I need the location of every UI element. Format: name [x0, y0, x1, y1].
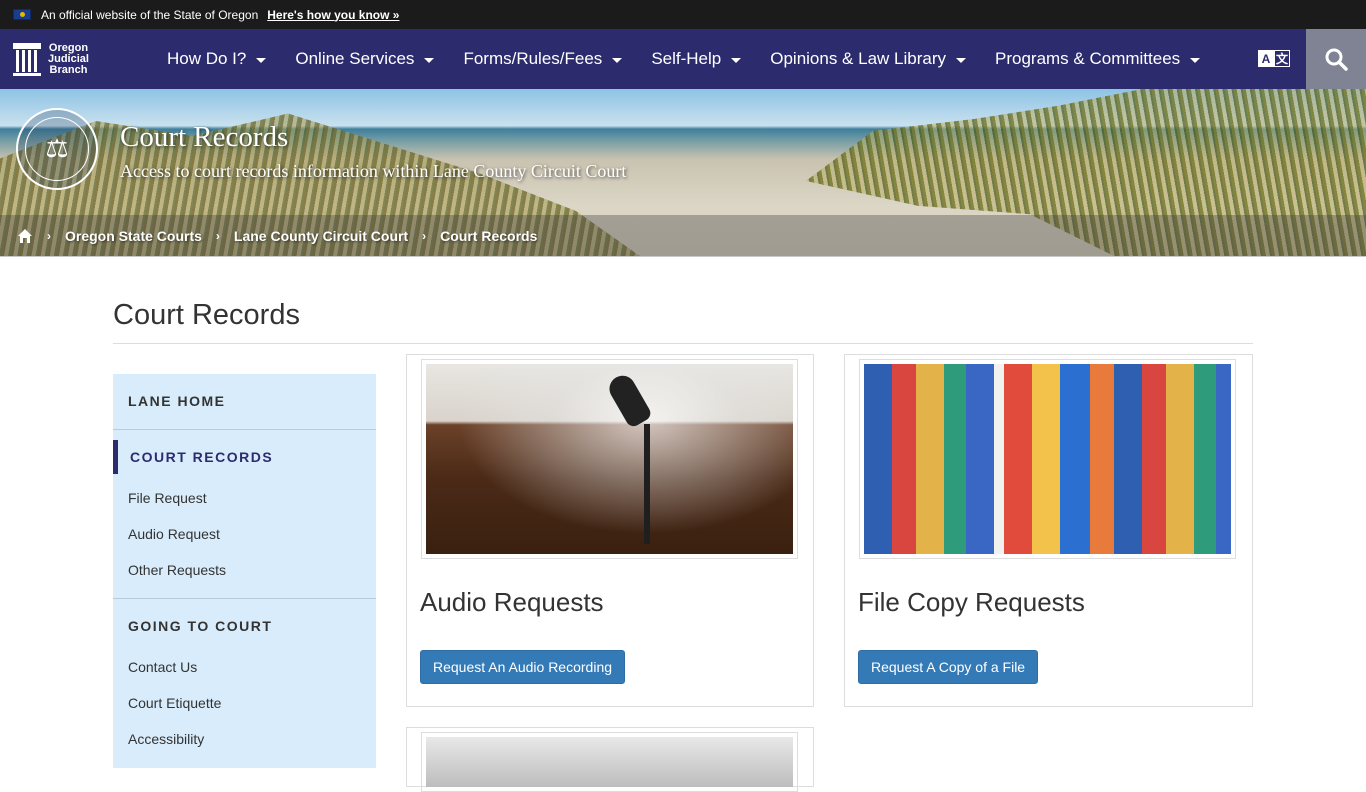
nav-item-opinions-law-library[interactable]: Opinions & Law Library — [770, 49, 966, 69]
nav-item-self-help[interactable]: Self-Help — [651, 49, 742, 69]
sidebar-item-file-request[interactable]: File Request — [128, 490, 207, 506]
sidebar-divider — [113, 429, 376, 430]
other-thumbnail — [421, 732, 798, 792]
sidebar-item-other-requests[interactable]: Other Requests — [128, 562, 226, 578]
nav-item-how-do-i[interactable]: How Do I? — [167, 49, 267, 69]
translate-icon-a: A — [1258, 50, 1274, 67]
search-icon — [1325, 48, 1348, 71]
audio-requests-title: Audio Requests — [420, 587, 604, 617]
hero-title: Court Records — [120, 121, 289, 153]
caret-down-icon — [612, 57, 623, 63]
chevron-right-icon: › — [47, 228, 51, 243]
how-you-know-link[interactable]: Here's how you know » — [267, 8, 399, 22]
hero-divider — [0, 256, 1366, 257]
request-audio-recording-button[interactable]: Request An Audio Recording — [420, 650, 626, 684]
hero-subtitle: Access to court records information with… — [120, 161, 627, 181]
translate-button[interactable]: A 文 — [1258, 50, 1290, 67]
judicial-department-seal: ⚖ — [16, 108, 98, 190]
nav-menu: How Do I? Online Services Forms/Rules/Fe… — [167, 49, 1229, 69]
audio-requests-card: Audio Requests Request An Audio Recordin… — [406, 354, 814, 707]
search-button[interactable] — [1306, 29, 1366, 89]
breadcrumb-lane-county[interactable]: Lane County Circuit Court — [234, 228, 408, 244]
file-copy-requests-card: File Copy Requests Request A Copy of a F… — [844, 354, 1253, 707]
microphone-image — [426, 364, 793, 554]
audio-thumbnail — [421, 359, 798, 559]
caret-down-icon — [1190, 57, 1201, 63]
ojd-logo[interactable]: Oregon Judicial Branch — [0, 41, 167, 76]
breadcrumb: › Oregon State Courts › Lane County Circ… — [0, 215, 1366, 256]
sidebar-lane-home[interactable]: LANE HOME — [128, 393, 226, 409]
chevron-right-icon: › — [422, 228, 427, 243]
sidebar-active-indicator — [113, 440, 118, 474]
caret-down-icon — [256, 57, 267, 63]
main-nav: Oregon Judicial Branch How Do I? Online … — [0, 29, 1366, 89]
chevron-right-icon: › — [215, 228, 220, 243]
oregon-flag-icon — [13, 9, 31, 20]
other-requests-card — [406, 727, 814, 792]
caret-down-icon — [956, 57, 966, 63]
breadcrumb-court-records[interactable]: Court Records — [440, 228, 537, 244]
sidebar-item-contact-us[interactable]: Contact Us — [128, 659, 197, 675]
hero-banner: ⚖ Court Records Access to court records … — [0, 89, 1366, 256]
sidebar-divider — [113, 598, 376, 599]
title-divider — [113, 343, 1253, 344]
file-copy-requests-title: File Copy Requests — [858, 587, 1085, 617]
nav-item-forms-rules-fees[interactable]: Forms/Rules/Fees — [463, 49, 623, 69]
nav-item-programs-committees[interactable]: Programs & Committees — [995, 49, 1201, 69]
pillar-icon — [13, 42, 41, 76]
sidebar-going-to-court[interactable]: GOING TO COURT — [128, 618, 272, 634]
sidebar-item-court-etiquette[interactable]: Court Etiquette — [128, 695, 221, 711]
sidebar-item-accessibility[interactable]: Accessibility — [128, 731, 204, 747]
caret-down-icon — [731, 57, 742, 63]
page-title: Court Records — [113, 299, 300, 331]
nav-item-online-services[interactable]: Online Services — [295, 49, 435, 69]
logo-text: Oregon Judicial Branch — [48, 41, 89, 76]
sidebar: LANE HOME COURT RECORDS File Request Aud… — [113, 374, 376, 768]
caret-down-icon — [424, 57, 435, 63]
other-image — [426, 737, 793, 787]
sidebar-item-audio-request[interactable]: Audio Request — [128, 526, 220, 542]
request-file-copy-button[interactable]: Request A Copy of a File — [858, 650, 1039, 684]
breadcrumb-oregon-state-courts[interactable]: Oregon State Courts — [65, 228, 202, 244]
scales-icon: ⚖ — [45, 134, 69, 164]
home-icon[interactable] — [17, 228, 33, 244]
official-banner-text: An official website of the State of Oreg… — [41, 7, 259, 22]
translate-icon-b: 文 — [1274, 50, 1290, 67]
sidebar-court-records[interactable]: COURT RECORDS — [130, 449, 273, 465]
official-banner: An official website of the State of Oreg… — [0, 0, 1366, 29]
folders-image — [864, 364, 1231, 554]
file-thumbnail — [859, 359, 1236, 559]
